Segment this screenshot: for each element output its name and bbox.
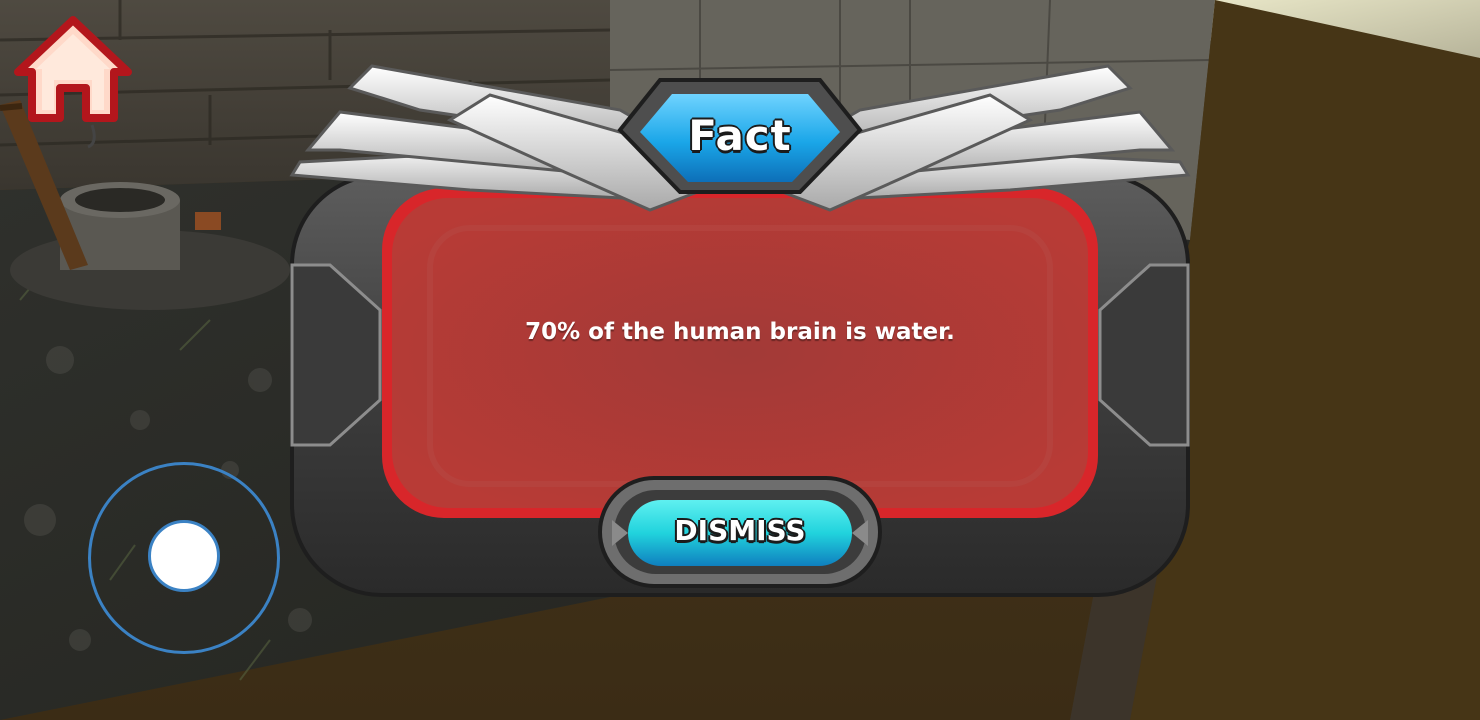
home-icon	[14, 16, 132, 122]
joystick-knob[interactable]	[148, 520, 220, 592]
game-scene: Fact 70% of the human brain is water. DI…	[0, 0, 1480, 720]
home-button[interactable]	[12, 14, 134, 126]
dismiss-button[interactable]	[600, 478, 880, 586]
virtual-joystick[interactable]	[88, 462, 280, 654]
